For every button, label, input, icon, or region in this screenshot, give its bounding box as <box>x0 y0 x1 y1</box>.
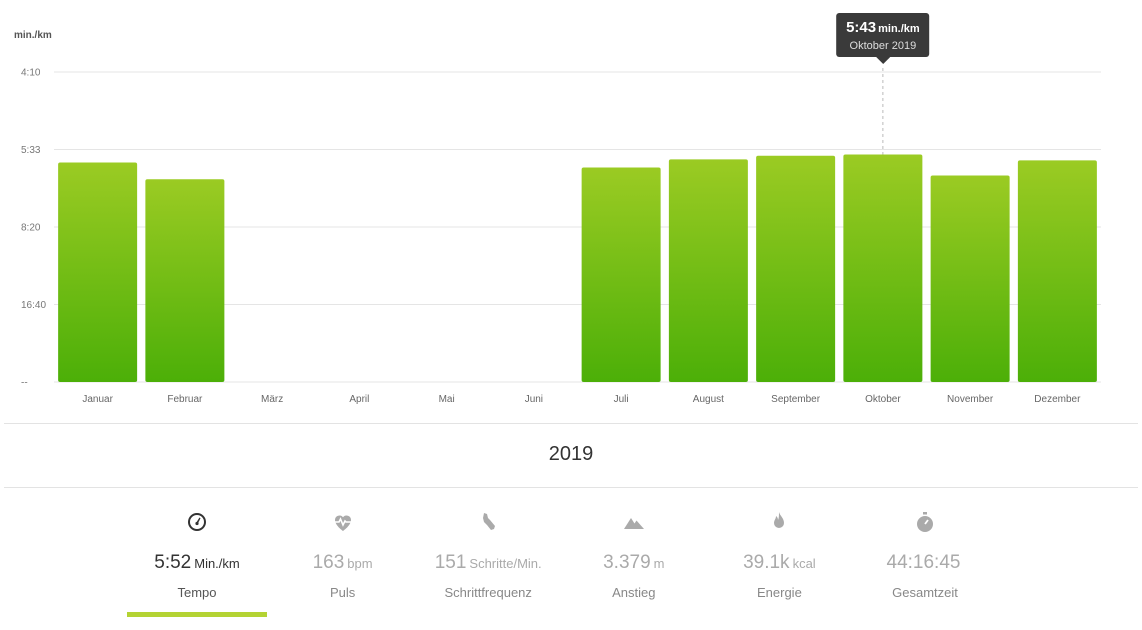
pace-chart: min./km 4:10 5:33 8:20 16:40 -- Januar Februar M… <box>0 0 1142 420</box>
y-tick-label: 16:40 <box>21 300 46 311</box>
stats-tabs: 5:52 Min./km Tempo 163 bpm Puls 151 Schritte/Mi… <box>127 508 995 630</box>
stat-value: 5:52 Min./km <box>127 552 267 574</box>
stat-value: 39.1k kcal <box>709 552 849 574</box>
y-tick-label: 4:10 <box>21 68 41 79</box>
active-indicator <box>273 612 413 617</box>
shoe-icon <box>418 508 558 536</box>
stat-label: Tempo <box>177 585 217 600</box>
stat-tab-puls[interactable]: 163 bpm Puls <box>273 508 413 600</box>
stat-value-number: 5:52 <box>154 552 192 573</box>
tooltip-subtitle: Oktober 2019 <box>849 40 917 52</box>
active-indicator <box>127 612 267 617</box>
bar-august[interactable] <box>668 159 748 382</box>
stat-tab-anstieg[interactable]: 3.379 m Anstieg <box>564 508 704 600</box>
stat-value-unit: Min./km <box>194 556 240 571</box>
stopwatch-icon <box>855 508 995 536</box>
bar-januar[interactable] <box>58 162 138 382</box>
x-tick-label: Dezember <box>1034 394 1081 405</box>
bar-september[interactable] <box>756 155 836 382</box>
x-tick-label: Juni <box>525 394 543 405</box>
year-title: 2019 <box>548 443 594 465</box>
bar-februar[interactable] <box>145 179 225 382</box>
y-tick-label: -- <box>21 378 28 389</box>
chart-tooltip: 5:43 min./km Oktober 2019 <box>836 13 930 64</box>
x-tick-label: Oktober <box>865 394 901 405</box>
stat-label: Anstieg <box>612 585 656 600</box>
stat-tab-energie[interactable]: 39.1k kcal Energie <box>709 508 849 600</box>
divider-bottom <box>4 487 1138 488</box>
stat-value-number: 163 <box>312 552 345 573</box>
y-tick-label: 5:33 <box>21 145 41 156</box>
stat-value: 151 Schritte/Min. <box>418 552 558 574</box>
active-indicator <box>564 612 704 617</box>
stat-tab-tempo[interactable]: 5:52 Min./km Tempo <box>127 508 267 617</box>
speedometer-icon <box>127 508 267 536</box>
stat-value: 44:16:45 <box>855 552 995 574</box>
x-tick-label: Januar <box>82 394 113 405</box>
stat-value: 3.379 m <box>564 552 704 574</box>
bar-november[interactable] <box>930 175 1010 382</box>
stat-tab-gesamtzeit[interactable]: 44:16:45 Gesamtzeit <box>855 508 995 600</box>
x-tick-label: März <box>261 394 283 405</box>
bar-oktober[interactable] <box>843 154 923 382</box>
tooltip-value: 5:43 <box>846 19 877 36</box>
tooltip-unit: min./km <box>878 23 920 35</box>
bar-dezember[interactable] <box>1017 160 1097 382</box>
bar-juli[interactable] <box>581 167 661 382</box>
mountain-icon <box>564 508 704 536</box>
x-tick-label: September <box>771 394 821 405</box>
stat-label: Gesamtzeit <box>892 585 958 600</box>
stat-value-unit: bpm <box>347 556 373 571</box>
stat-value-unit: kcal <box>792 556 816 571</box>
x-tick-label: November <box>947 394 994 405</box>
flame-icon <box>709 508 849 536</box>
x-tick-label: August <box>693 394 724 405</box>
active-indicator <box>709 612 849 617</box>
pace-bar-chart: min./km 4:10 5:33 8:20 16:40 -- Januar Februar M… <box>14 30 1101 405</box>
stat-value-unit: m <box>653 556 665 571</box>
y-tick-label: 8:20 <box>21 223 41 234</box>
x-tick-label: Mai <box>439 394 455 405</box>
stat-value-number: 151 <box>434 552 467 573</box>
x-tick-label: April <box>349 394 369 405</box>
stat-value-number: 3.379 <box>603 552 651 573</box>
x-tick-label: Februar <box>167 394 203 405</box>
y-axis-unit-label: min./km <box>14 30 52 41</box>
stat-value-number: 39.1k <box>743 552 790 573</box>
stat-tab-schrittfrequenz[interactable]: 151 Schritte/Min. Schrittfrequenz <box>418 508 558 600</box>
divider-top <box>4 423 1138 424</box>
active-indicator <box>418 612 558 617</box>
x-tick-label: Juli <box>614 394 629 405</box>
active-indicator <box>855 612 995 617</box>
stat-label: Schrittfrequenz <box>444 585 532 600</box>
stat-value: 163 bpm <box>273 552 413 574</box>
stat-label: Energie <box>756 585 802 600</box>
stat-label: Puls <box>329 585 356 600</box>
stat-value-number: 44:16:45 <box>886 552 961 573</box>
stat-value-unit: Schritte/Min. <box>469 556 542 571</box>
heart-rate-icon <box>273 508 413 536</box>
